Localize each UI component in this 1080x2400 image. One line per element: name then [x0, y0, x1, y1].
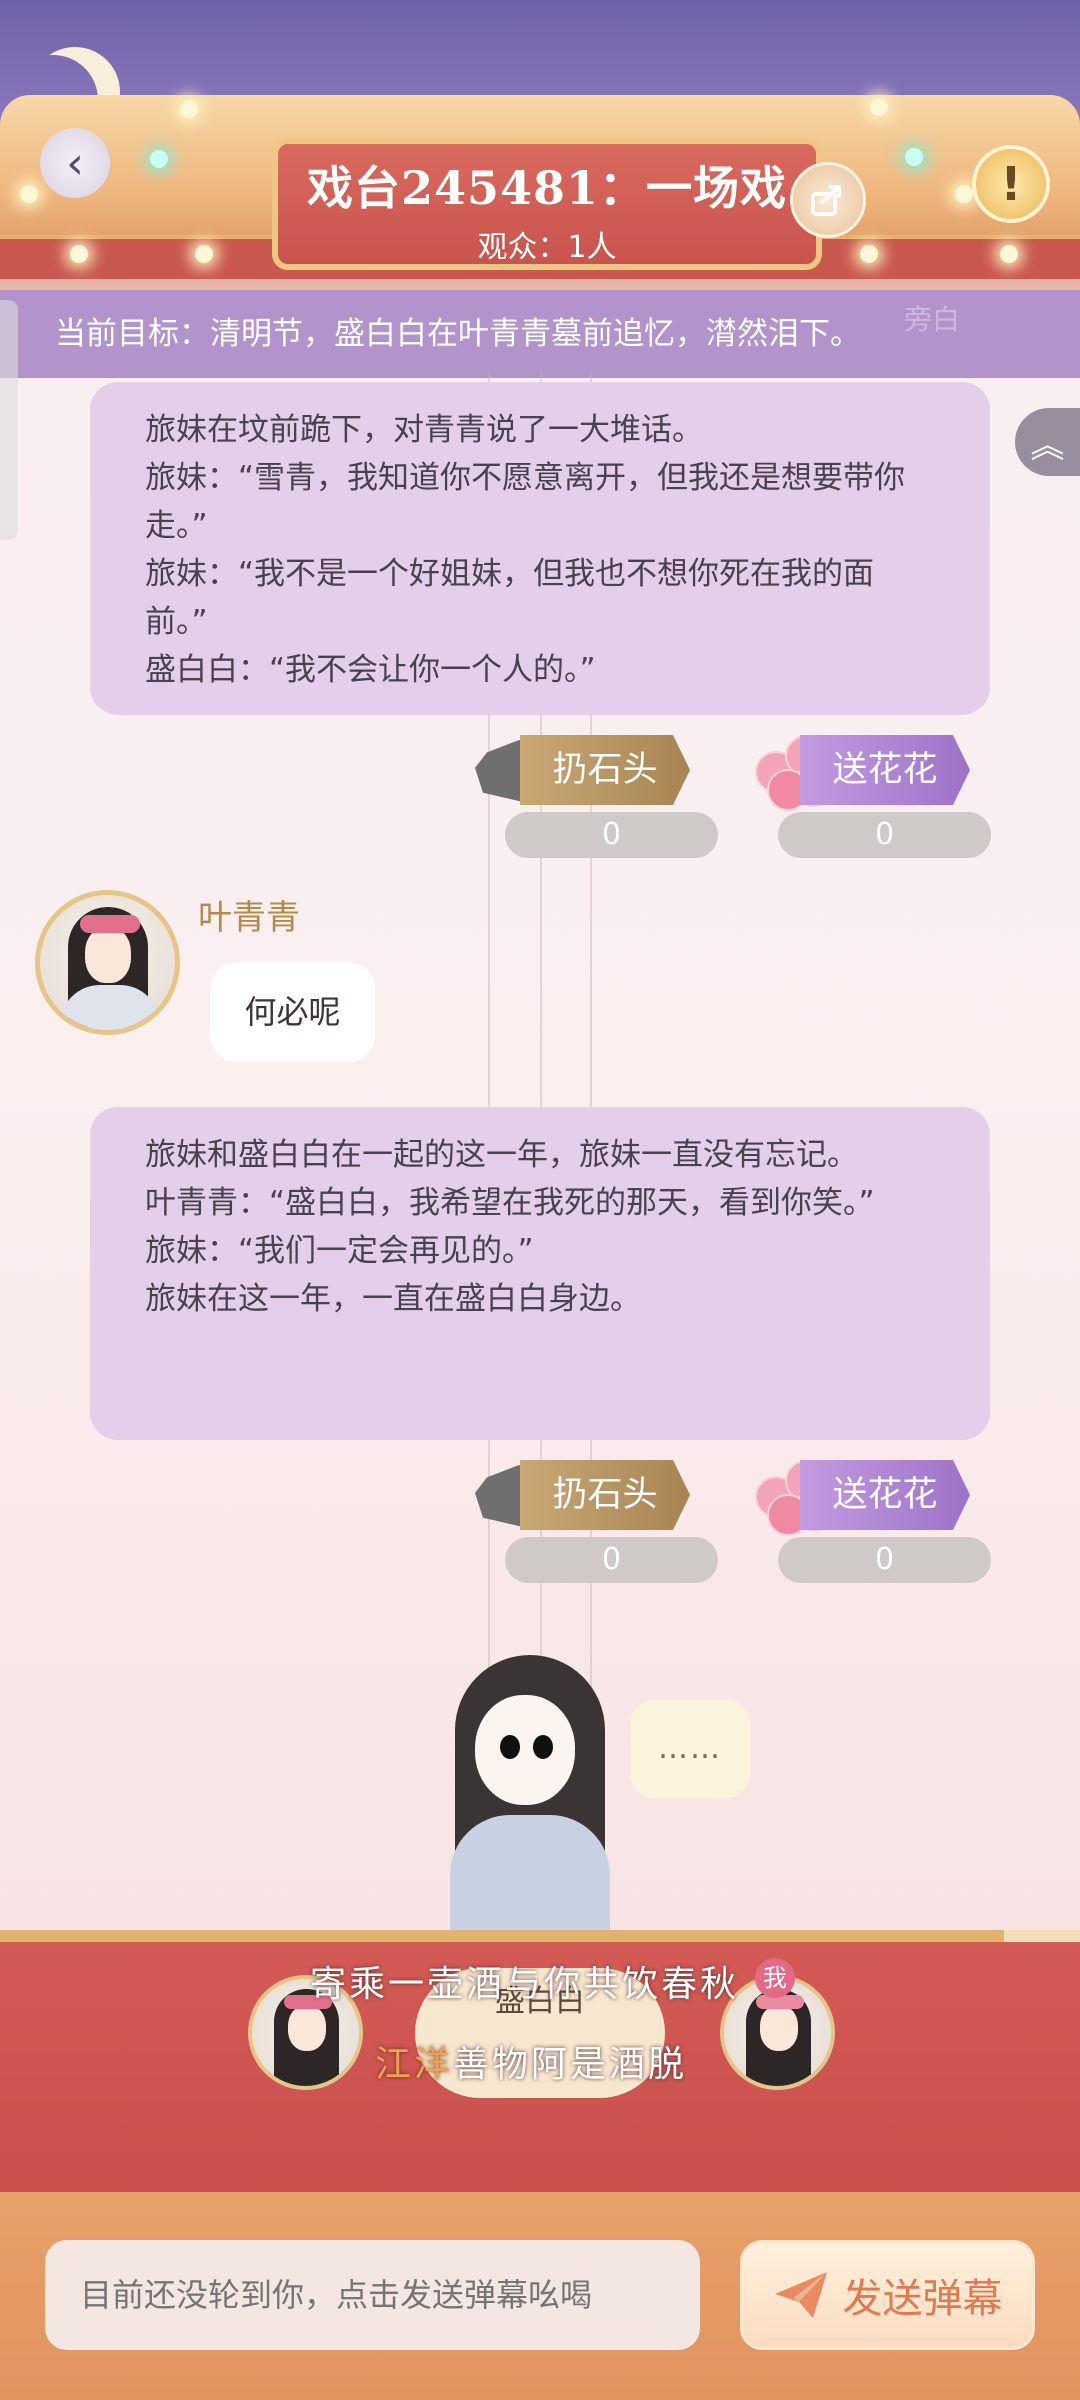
me-badge: 我 [755, 1958, 795, 1998]
send-flower-button[interactable]: 送花花 [755, 1460, 995, 1536]
lantern-light [150, 150, 168, 168]
danmu-highlight: 江洋 [375, 2044, 454, 2085]
chevron-up-icon: ︽ [1030, 425, 1065, 466]
narration-line: 叶青青：“盛白白，我希望在我死的那天，看到你笑。” [145, 1185, 875, 1221]
narration-line: 旅妹和盛白白在一起的这一年，旅妹一直没有忘记。 [145, 1137, 858, 1173]
narration-line: 旅妹在坟前跪下，对青青说了一大堆话。 [145, 412, 703, 448]
paper-plane-icon [774, 2272, 827, 2318]
thought-bubble: …… [630, 1700, 750, 1798]
lantern-light [1000, 245, 1018, 263]
throw-stone-label: 扔石头 [520, 735, 690, 805]
stone-count: 0 [505, 1537, 718, 1583]
rules-button[interactable]: ! [972, 145, 1050, 223]
danmu-input[interactable] [45, 2240, 700, 2350]
exclamation-icon: ! [1000, 157, 1022, 211]
narration-line: 盛白白：“我不会让你一个人的。” [145, 652, 596, 688]
narration-bubble: 旅妹在坟前跪下，对青青说了一大堆话。 旅妹：“雪青，我知道你不愿意离开，但我还是… [90, 382, 990, 715]
narration-line: 旅妹在这一年，一直在盛白白身边。 [145, 1281, 641, 1317]
stone-count: 0 [505, 812, 718, 858]
send-danmu-button[interactable]: 发送弹幕 [740, 2240, 1035, 2350]
avatar[interactable] [35, 890, 180, 1035]
throw-stone-label: 扔石头 [520, 1460, 690, 1530]
side-drawer-handle[interactable] [0, 300, 18, 540]
narration-line: 旅妹：“我不是一个好姐妹，但我也不想你死在我的面前。” [145, 556, 875, 640]
share-icon [811, 185, 841, 216]
send-danmu-label: 发送弹幕 [842, 2276, 1003, 2322]
lantern-light [180, 100, 198, 118]
lantern-light [870, 98, 888, 116]
flower-count: 0 [778, 1537, 991, 1583]
send-flower-label: 送花花 [800, 735, 970, 805]
chat-bubble: 何必呢 [210, 962, 375, 1062]
lantern-light [195, 245, 213, 263]
lantern-light [860, 245, 878, 263]
send-flower-button[interactable]: 送花花 [755, 735, 995, 811]
danmu-text: 江洋善物阿是酒脱 [375, 2035, 687, 2087]
objective-text: 当前目标：清明节，盛白白在叶青青墓前追忆，潸然泪下。 [55, 316, 861, 352]
lantern-light [20, 185, 38, 203]
lantern-light [905, 148, 923, 166]
chevron-left-icon: ‹ [66, 137, 84, 189]
throw-stone-button[interactable]: 扔石头 [475, 1460, 715, 1530]
danmu-text-rest: 善物阿是酒脱 [453, 2044, 688, 2085]
page-title: 戏台245481：一场戏 [306, 161, 788, 215]
collapse-button[interactable]: ︽ [1015, 408, 1080, 476]
back-button[interactable]: ‹ [40, 128, 110, 198]
narration-line: 旅妹：“雪青，我知道你不愿意离开，但我还是想要带你走。” [145, 460, 906, 544]
narrator-ghost-label: 旁白 [903, 303, 960, 336]
send-flower-label: 送花花 [800, 1460, 970, 1530]
narration-line: 旅妹：“我们一定会再见的。” [145, 1233, 534, 1269]
objective-bar: 当前目标：清明节，盛白白在叶青青墓前追忆，潸然泪下。 旁白 [0, 290, 1080, 378]
lantern-light [955, 185, 973, 203]
flower-count: 0 [778, 812, 991, 858]
share-button[interactable] [790, 162, 866, 238]
lantern-light [70, 245, 88, 263]
stage-character [430, 1655, 650, 1935]
turn-progress-bar [0, 1930, 1080, 1942]
title-plate: 戏台245481：一场戏 观众：1人 [272, 138, 822, 270]
audience-count: 观众：1人 [477, 230, 617, 265]
speaker-name: 叶青青 [198, 898, 300, 938]
throw-stone-button[interactable]: 扔石头 [475, 735, 715, 805]
turn-progress-fill [0, 1930, 1005, 1942]
danmu-text: 寄乘一壶酒与你共饮春秋 [310, 1964, 740, 2005]
narration-bubble: 旅妹和盛白白在一起的这一年，旅妹一直没有忘记。 叶青青：“盛白白，我希望在我死的… [90, 1107, 990, 1440]
stage-header: ‹ 戏台245481：一场戏 观众：1人 ! [0, 0, 1080, 290]
